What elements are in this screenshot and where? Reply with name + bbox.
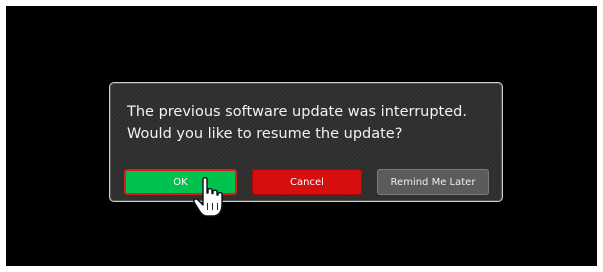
remind-me-later-button[interactable]: Remind Me Later xyxy=(377,169,489,195)
cancel-button[interactable]: Cancel xyxy=(252,169,362,195)
update-dialog: The previous software update was interru… xyxy=(109,82,503,202)
hand-pointer-icon xyxy=(193,176,223,217)
message-line-1: The previous software update was interru… xyxy=(127,104,467,120)
dialog-message: The previous software update was interru… xyxy=(127,101,499,145)
screen-background: The previous software update was interru… xyxy=(6,6,597,266)
message-line-2: Would you like to resume the update? xyxy=(127,126,403,142)
